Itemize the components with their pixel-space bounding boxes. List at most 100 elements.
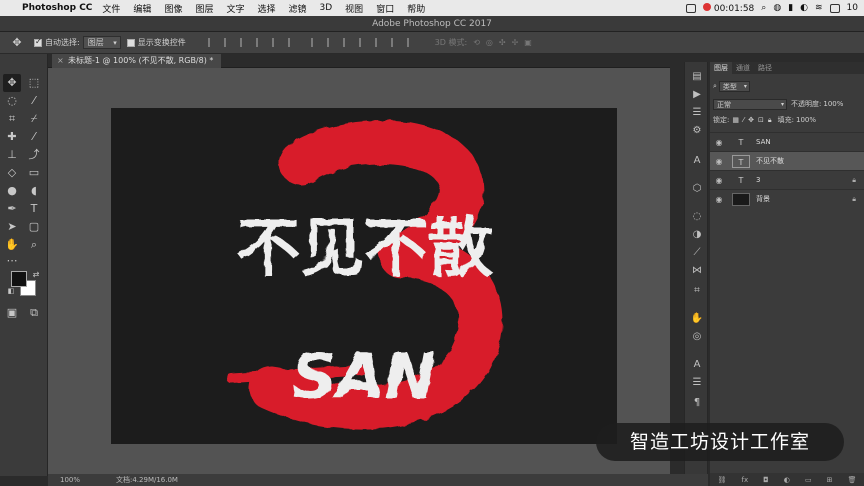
show-transform-checkbox[interactable] <box>126 38 135 47</box>
menu-select[interactable]: 选择 <box>257 2 275 15</box>
type-tool-icon[interactable]: T <box>25 200 43 218</box>
distribute-bottom-icon[interactable] <box>342 38 352 47</box>
opacity-value[interactable]: 100% <box>823 100 843 108</box>
distribute-vcenter-icon[interactable] <box>326 38 336 47</box>
new-layer-icon[interactable]: ⊞ <box>827 476 833 484</box>
visibility-eye-icon[interactable]: ◉ <box>710 157 728 166</box>
lock-pixels-icon[interactable]: ▦ <box>732 116 739 124</box>
quick-mask-icon[interactable]: ▣ <box>3 304 21 322</box>
brush-tool-icon[interactable]: ⁄ <box>25 128 43 146</box>
tool-presets-panel-icon[interactable]: ✋ <box>690 312 704 326</box>
tab-paths[interactable]: 路径 <box>754 62 776 74</box>
auto-align-icon[interactable] <box>406 38 416 47</box>
drag-3d-icon[interactable]: ✣ <box>499 38 506 47</box>
align-bottom-icon[interactable] <box>239 38 249 47</box>
document-info[interactable]: 文档:4.29M/16.0M <box>116 474 178 486</box>
character-panel-icon[interactable]: A <box>690 154 704 168</box>
document-canvas[interactable]: 不见不散 SAN <box>111 108 617 444</box>
zoom-tool-icon[interactable]: ⌕ <box>25 236 43 254</box>
menu-edit[interactable]: 编辑 <box>133 2 151 15</box>
swap-colors-icon[interactable]: ⇄ <box>27 266 45 284</box>
history-panel-icon[interactable]: ▤ <box>690 70 704 84</box>
rotate-3d-icon[interactable]: ⟲ <box>473 38 480 47</box>
foreground-color-swatch[interactable] <box>11 271 27 287</box>
zoom-level[interactable]: 100% <box>60 474 80 486</box>
fill-value[interactable]: 100% <box>796 116 816 124</box>
menu-window[interactable]: 窗口 <box>376 2 394 15</box>
auto-select-dropdown[interactable]: 图层 <box>82 36 121 49</box>
display-icon[interactable] <box>685 3 696 13</box>
clock[interactable]: 10 <box>847 3 858 13</box>
document-tab[interactable]: × 未标题-1 @ 100% (不见不散, RGB/8) * <box>52 54 222 68</box>
layer-style-icon[interactable]: fx <box>741 476 748 484</box>
layer-row-background[interactable]: ◉ 背景 🔒︎ <box>710 189 864 208</box>
visibility-eye-icon[interactable]: ◉ <box>710 176 728 185</box>
scale-3d-icon[interactable]: ▣ <box>524 38 532 47</box>
glyphs-panel-icon[interactable]: ¶ <box>690 396 704 410</box>
distribute-hcenter-icon[interactable] <box>374 38 384 47</box>
canvas-workspace[interactable]: 不见不散 SAN <box>48 68 670 474</box>
crop-panel-icon[interactable]: ⌗ <box>690 284 704 298</box>
align-hcenter-icon[interactable] <box>271 38 281 47</box>
layer-row-buxianbusan[interactable]: ◉ T 不见不散 <box>710 151 864 170</box>
blur-tool-icon[interactable]: ● <box>3 182 21 200</box>
add-mask-icon[interactable]: ◘ <box>763 476 769 484</box>
align-right-icon[interactable] <box>287 38 297 47</box>
new-group-icon[interactable]: ▭ <box>805 476 812 484</box>
distribute-top-icon[interactable] <box>310 38 320 47</box>
marquee-tool-icon[interactable]: ⬚ <box>25 74 43 92</box>
lasso-tool-icon[interactable]: ◌ <box>3 92 21 110</box>
healing-brush-tool-icon[interactable]: ✚ <box>3 128 21 146</box>
shape-tool-icon[interactable]: ▢ <box>25 218 43 236</box>
eyedropper-tool-icon[interactable]: ⌿ <box>25 110 43 128</box>
layer-row-3[interactable]: ◉ T 3 🔒︎ <box>710 170 864 189</box>
close-tab-icon[interactable]: × <box>57 54 64 68</box>
menu-filter[interactable]: 滤镜 <box>289 2 307 15</box>
recording-timer[interactable]: 00:01:58 <box>702 2 754 14</box>
layer-row-san[interactable]: ◉ T SAN <box>710 132 864 151</box>
roll-3d-icon[interactable]: ◎ <box>486 38 493 47</box>
actions-panel-icon[interactable]: ▶ <box>690 88 704 102</box>
auto-select-checkbox[interactable] <box>34 37 42 47</box>
history-brush-tool-icon[interactable]: ⤴ <box>25 146 43 164</box>
3d-panel-icon[interactable]: ⬡ <box>690 182 704 196</box>
lock-all-icon[interactable]: 🔒︎ <box>768 116 772 125</box>
paragraph-panel-icon[interactable]: A <box>690 358 704 372</box>
quick-select-tool-icon[interactable]: ⁄ <box>25 92 43 110</box>
align-vcenter-icon[interactable] <box>223 38 233 47</box>
gradient-tool-icon[interactable]: ▭ <box>25 164 43 182</box>
more-tools-icon[interactable]: ⋯ <box>3 252 21 270</box>
clone-stamp-tool-icon[interactable]: ⊥ <box>3 146 21 164</box>
distribute-left-icon[interactable] <box>358 38 368 47</box>
eraser-tool-icon[interactable]: ◇ <box>3 164 21 182</box>
control-icon[interactable]: ◐ <box>800 3 808 13</box>
move-tool-preset-icon[interactable]: ✥ <box>0 36 34 49</box>
menu-file[interactable]: 文件 <box>102 2 120 15</box>
move-tool-icon[interactable]: ✥ <box>3 74 21 92</box>
chat-icon[interactable]: ◍ <box>773 3 781 13</box>
libraries-panel-icon[interactable]: ◎ <box>690 330 704 344</box>
visibility-eye-icon[interactable]: ◉ <box>710 195 728 204</box>
path-select-tool-icon[interactable]: ➤ <box>3 218 21 236</box>
lock-paint-icon[interactable]: ⁄ <box>743 116 744 124</box>
battery-icon[interactable] <box>829 3 840 13</box>
menu-help[interactable]: 帮助 <box>407 2 425 15</box>
screen-mode-icon[interactable]: ⧉ <box>25 304 43 322</box>
menu-app-name[interactable]: Photoshop CC <box>22 3 92 13</box>
pen-tool-icon[interactable]: ✒ <box>3 200 21 218</box>
timeline-panel-icon[interactable]: ◌ <box>690 210 704 224</box>
wifi-icon[interactable]: ≋ <box>815 3 823 13</box>
menu-view[interactable]: 视图 <box>345 2 363 15</box>
color-panel-icon[interactable]: ◑ <box>690 228 704 242</box>
curves-panel-icon[interactable]: ⟋ <box>690 246 704 260</box>
lock-move-icon[interactable]: ✥ <box>748 116 754 124</box>
filter-kind-dropdown[interactable]: 类型 <box>718 80 750 92</box>
crop-tool-icon[interactable]: ⌗ <box>3 110 21 128</box>
swatches-panel-icon[interactable]: ⋈ <box>690 264 704 278</box>
visibility-eye-icon[interactable]: ◉ <box>710 138 728 147</box>
delete-layer-icon[interactable]: 🗑︎ <box>848 476 857 484</box>
menu-image[interactable]: 图像 <box>164 2 182 15</box>
adjustment-layer-icon[interactable]: ◐ <box>784 476 790 484</box>
notification-icon[interactable]: ▮ <box>788 3 793 13</box>
menu-type[interactable]: 文字 <box>226 2 244 15</box>
